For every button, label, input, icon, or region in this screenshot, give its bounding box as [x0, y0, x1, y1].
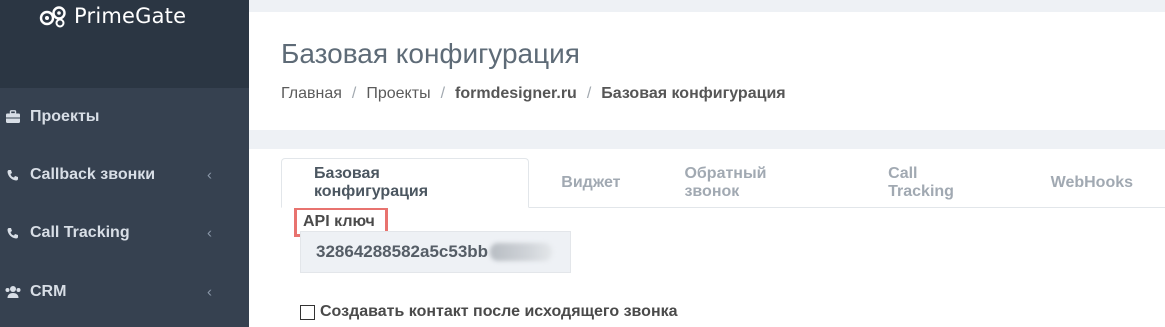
phone-volume-icon [4, 225, 22, 241]
sidebar-item-callback[interactable]: Callback звонки ‹ [0, 153, 249, 197]
sidebar-item-call-tracking[interactable]: Call Tracking ‹ [0, 211, 249, 255]
phone-volume-icon [4, 167, 22, 183]
sidebar-item-label: Call Tracking [30, 224, 130, 241]
breadcrumb-projects[interactable]: Проекты [366, 85, 430, 103]
tab-webhooks[interactable]: WebHooks [1019, 158, 1165, 208]
api-key-field[interactable]: 32864288582a5c53bb [300, 231, 571, 273]
tab-widget[interactable]: Виджет [529, 158, 652, 208]
create-contact-option[interactable]: Создавать контакт после исходящего звонк… [300, 303, 678, 321]
chevron-left-icon: ‹ [207, 166, 212, 184]
checkbox-label: Создавать контакт после исходящего звонк… [320, 303, 678, 320]
logo-area: PrimeGate [0, 0, 249, 88]
sidebar-item-projects[interactable]: Проекты [0, 95, 249, 139]
breadcrumb-separator: / [586, 85, 592, 102]
sidebar: PrimeGate Проекты Callback звонки ‹ Call [0, 0, 249, 327]
chevron-left-icon: ‹ [207, 283, 212, 301]
briefcase-icon [4, 109, 22, 125]
content-panel: Базовая конфигурация Виджет Обратный зво… [249, 149, 1165, 327]
sidebar-item-label: Проекты [30, 108, 100, 125]
breadcrumb-separator: / [351, 85, 357, 102]
api-key-value: 32864288582a5c53bb [316, 242, 489, 261]
breadcrumb-home[interactable]: Главная [281, 85, 342, 103]
tab-callback[interactable]: Обратный звонок [652, 158, 856, 208]
sidebar-item-label: CRM [30, 283, 67, 300]
tab-base-config[interactable]: Базовая конфигурация [281, 158, 530, 208]
breadcrumb-current: Базовая конфигурация [601, 85, 786, 102]
redacted-blur [490, 243, 553, 261]
tab-bar: Базовая конфигурация Виджет Обратный зво… [281, 158, 1165, 208]
breadcrumb-separator: / [440, 85, 446, 102]
create-contact-checkbox[interactable] [300, 304, 315, 320]
page-title: Базовая конфигурация [281, 38, 580, 69]
brand-name: PrimeGate [74, 4, 187, 28]
users-icon [4, 284, 22, 300]
breadcrumb: Главная / Проекты / formdesigner.ru / Ба… [281, 85, 786, 103]
chevron-left-icon: ‹ [207, 224, 212, 242]
logo[interactable]: PrimeGate [38, 4, 186, 28]
breadcrumb-project[interactable]: formdesigner.ru [455, 85, 577, 103]
main-area: Базовая конфигурация Главная / Проекты /… [249, 0, 1165, 327]
page-header: Базовая конфигурация Главная / Проекты /… [249, 12, 1165, 130]
gears-icon [39, 6, 66, 28]
tab-call-tracking[interactable]: Call Tracking [856, 158, 1018, 208]
sidebar-item-crm[interactable]: CRM ‹ [0, 270, 249, 314]
sidebar-item-label: Callback звонки [30, 166, 156, 183]
